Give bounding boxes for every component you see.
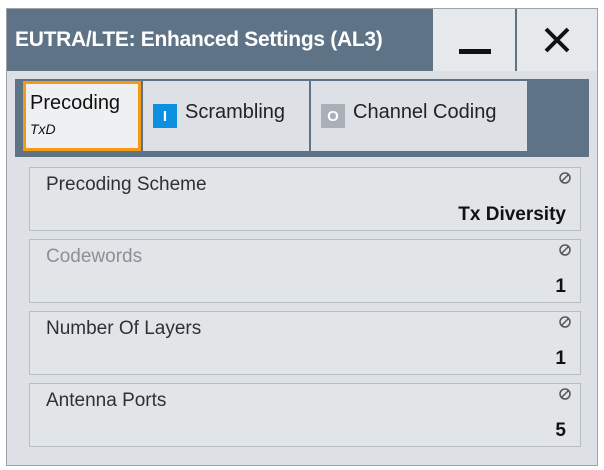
- close-button[interactable]: [515, 9, 597, 71]
- codewords-value: 1: [555, 276, 566, 297]
- number-of-layers-label: Number Of Layers: [46, 318, 202, 339]
- tab-channel-coding-label: Channel Coding: [353, 101, 497, 123]
- antenna-ports-value: 5: [555, 420, 566, 441]
- minimize-button[interactable]: [431, 9, 515, 71]
- antenna-ports-field[interactable]: Antenna Ports 5: [29, 383, 581, 447]
- codewords-field: Codewords 1: [29, 239, 581, 303]
- precoding-scheme-value: Tx Diversity: [458, 204, 566, 225]
- reset-icon[interactable]: [558, 243, 572, 257]
- channel-coding-state-indicator-icon: O: [321, 104, 345, 128]
- enhanced-settings-dialog: EUTRA/LTE: Enhanced Settings (AL3) Preco…: [6, 8, 598, 466]
- number-of-layers-field[interactable]: Number Of Layers 1: [29, 311, 581, 375]
- number-of-layers-value: 1: [555, 348, 566, 369]
- antenna-ports-label: Antenna Ports: [46, 390, 167, 411]
- tab-precoding[interactable]: Precoding TxD: [23, 81, 141, 151]
- dialog-title: EUTRA/LTE: Enhanced Settings (AL3): [15, 28, 383, 51]
- scrambling-state-indicator-icon: I: [153, 104, 177, 128]
- tab-scrambling-label: Scrambling: [185, 101, 286, 123]
- minimize-icon: [459, 49, 491, 54]
- title-bar[interactable]: EUTRA/LTE: Enhanced Settings (AL3): [7, 9, 597, 71]
- tab-bar: Precoding TxD I Scrambling O Channel Cod…: [15, 79, 589, 157]
- tab-precoding-label: Precoding: [30, 92, 121, 114]
- precoding-scheme-field[interactable]: Precoding Scheme Tx Diversity: [29, 167, 581, 231]
- tab-precoding-sublabel: TxD: [30, 121, 56, 137]
- precoding-scheme-label: Precoding Scheme: [46, 174, 207, 195]
- reset-icon[interactable]: [558, 387, 572, 401]
- reset-icon[interactable]: [558, 171, 572, 185]
- reset-icon[interactable]: [558, 315, 572, 329]
- close-icon: [517, 9, 597, 71]
- tab-scrambling[interactable]: I Scrambling: [143, 81, 309, 151]
- codewords-label: Codewords: [46, 246, 143, 267]
- tab-channel-coding[interactable]: O Channel Coding: [311, 81, 527, 151]
